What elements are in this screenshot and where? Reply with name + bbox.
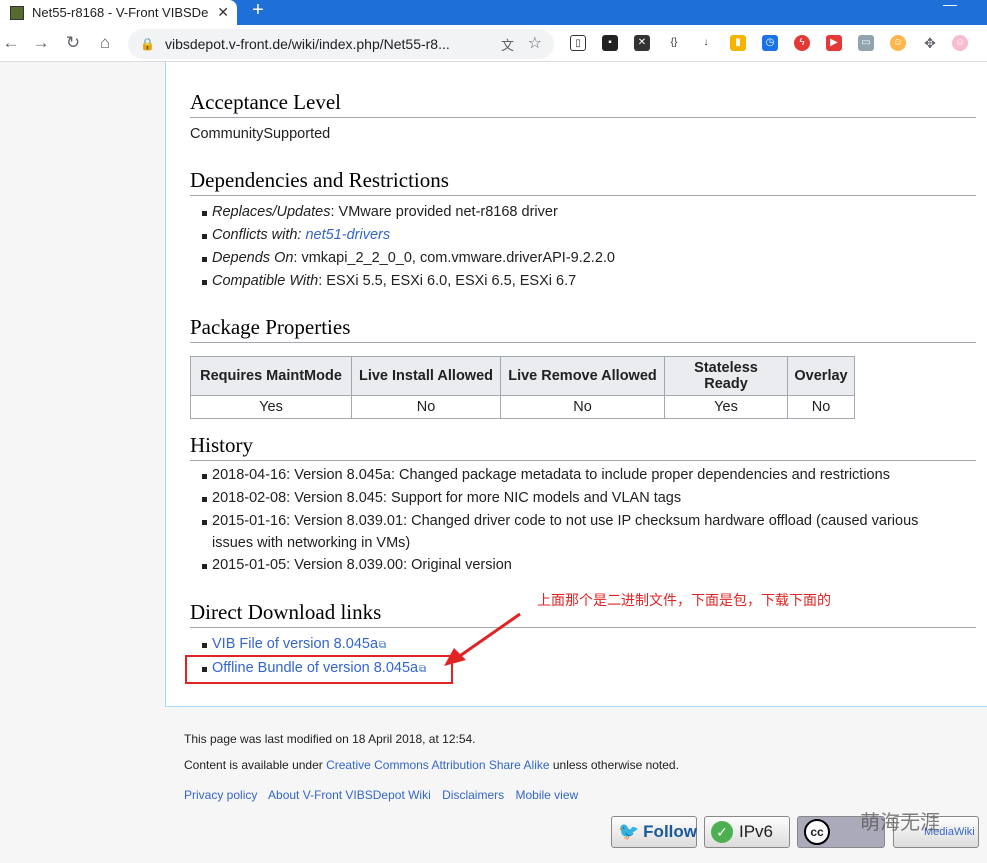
list-item: 2018-04-16: Version 8.045a: Changed pack… [202, 464, 952, 487]
window-ext-icon[interactable]: ▭ [858, 35, 874, 51]
back-button[interactable]: ← [0, 32, 22, 54]
address-bar[interactable]: 🔒 vibsdepot.v-front.de/wiki/index.php/Ne… [128, 29, 554, 59]
heading-dependencies: Dependencies and Restrictions [190, 168, 976, 196]
notes-ext-icon[interactable]: ▮ [730, 35, 746, 51]
about-link[interactable]: About V-Front VIBSDepot Wiki [268, 788, 431, 802]
browser-toolbar: ← → ↻ ⌂ 🔒 vibsdepot.v-front.de/wiki/inde… [0, 25, 987, 62]
tab-title: Net55-r8168 - V-Front VIBSDe [32, 5, 209, 20]
bolt-ext-icon[interactable]: ϟ [794, 35, 810, 51]
list-item: Conflicts with: net51-drivers [202, 224, 615, 247]
video-ext-icon[interactable]: ▶ [826, 35, 842, 51]
license-notice: Content is available under Creative Comm… [184, 758, 679, 772]
reload-button[interactable]: ↻ [62, 32, 84, 54]
check-icon: ✓ [711, 821, 733, 843]
site-favicon-icon [10, 5, 24, 20]
history-list: 2018-04-16: Version 8.045a: Changed pack… [202, 464, 952, 577]
disclaimers-link[interactable]: Disclaimers [442, 788, 504, 802]
column-header: Live Remove Allowed [500, 356, 665, 396]
table-cell: Yes [190, 395, 352, 419]
acceptance-value: CommunitySupported [190, 126, 331, 142]
column-header: Live Install Allowed [351, 356, 501, 396]
home-button[interactable]: ⌂ [94, 32, 116, 54]
mobile-view-link[interactable]: Mobile view [515, 788, 578, 802]
dependencies-list: Replaces/Updates: VMware provided net-r8… [202, 201, 615, 293]
translate-icon[interactable]: 文 [501, 35, 514, 54]
new-tab-button[interactable]: + [246, 0, 270, 22]
table-cell: Yes [664, 395, 788, 419]
profile-avatar[interactable]: ☺ [952, 35, 968, 51]
net51-drivers-link[interactable]: net51-drivers [305, 227, 390, 243]
close-tab-icon[interactable]: ✕ [217, 4, 229, 21]
external-link-icon: ⧉ [379, 640, 387, 651]
twitter-follow-button[interactable]: 🐦 Follow [611, 816, 697, 848]
twitter-bird-icon: 🐦 [618, 822, 640, 841]
heading-acceptance: Acceptance Level [190, 90, 976, 118]
privacy-policy-link[interactable]: Privacy policy [184, 788, 257, 802]
cc-icon: cc [804, 819, 830, 845]
highlight-box [185, 655, 453, 684]
table-cell: No [787, 395, 855, 419]
extensions-puzzle-icon[interactable]: ✥ [922, 35, 938, 51]
ext-icon[interactable]: ▪ [602, 35, 618, 51]
bookmark-star-icon[interactable]: ☆ [528, 33, 542, 53]
list-item: Depends On: vmkapi_2_2_0_0, com.vmware.d… [202, 247, 615, 270]
annotation-arrow-icon [444, 612, 521, 666]
vib-file-link[interactable]: VIB File of version 8.045a [212, 636, 378, 652]
json-ext-icon[interactable]: {} [666, 35, 682, 51]
x-ext-icon[interactable]: ✕ [634, 35, 650, 51]
avatar-ext-icon[interactable]: ☺ [890, 35, 906, 51]
article-content: Acceptance Level CommunitySupported Depe… [165, 62, 987, 707]
browser-tab[interactable]: Net55-r8168 - V-Front VIBSDe ✕ [0, 0, 237, 25]
column-header: Overlay [787, 356, 855, 396]
license-link[interactable]: Creative Commons Attribution Share Alike [326, 758, 549, 772]
heading-history: History [190, 433, 976, 461]
history-ext-icon[interactable]: ◷ [762, 35, 778, 51]
column-header: Stateless Ready [664, 356, 788, 396]
tab-strip: Net55-r8168 - V-Front VIBSDe ✕ + — [0, 0, 987, 25]
ipv6-badge[interactable]: ✓ IPv6 [704, 816, 790, 848]
heading-package-properties: Package Properties [190, 315, 976, 343]
download-icon[interactable]: ↓ [698, 35, 714, 51]
url-text: vibsdepot.v-front.de/wiki/index.php/Net5… [164, 36, 450, 52]
left-sidebar [0, 62, 165, 863]
list-item: Replaces/Updates: VMware provided net-r8… [202, 201, 615, 224]
bookmark-ext-icon[interactable]: ▯ [570, 35, 586, 51]
watermark-text: 萌海无涯 [860, 812, 940, 834]
forward-button[interactable]: → [30, 32, 52, 54]
lock-icon[interactable]: 🔒 [140, 37, 155, 51]
table-header-row: Requires MaintMode Live Install Allowed … [190, 356, 855, 396]
last-modified: This page was last modified on 18 April … [184, 732, 476, 746]
table-cell: No [500, 395, 665, 419]
package-properties-table: Requires MaintMode Live Install Allowed … [190, 356, 855, 419]
table-cell: No [351, 395, 501, 419]
list-item: VIB File of version 8.045a⧉ [201, 633, 426, 657]
column-header: Requires MaintMode [190, 356, 352, 396]
list-item: Compatible With: ESXi 5.5, ESXi 6.0, ESX… [202, 270, 615, 293]
footer-links: Privacy policy About V-Front VIBSDepot W… [184, 788, 586, 802]
list-item: 2018-02-08: Version 8.045: Support for m… [202, 487, 952, 510]
annotation-text: 上面那个是二进制文件，下面是包，下载下面的 [537, 592, 831, 608]
list-item: 2015-01-16: Version 8.039.01: Changed dr… [202, 510, 952, 554]
table-row: Yes No No Yes No [190, 395, 855, 419]
list-item: 2015-01-05: Version 8.039.00: Original v… [202, 554, 952, 577]
minimize-icon[interactable]: — [943, 0, 957, 12]
